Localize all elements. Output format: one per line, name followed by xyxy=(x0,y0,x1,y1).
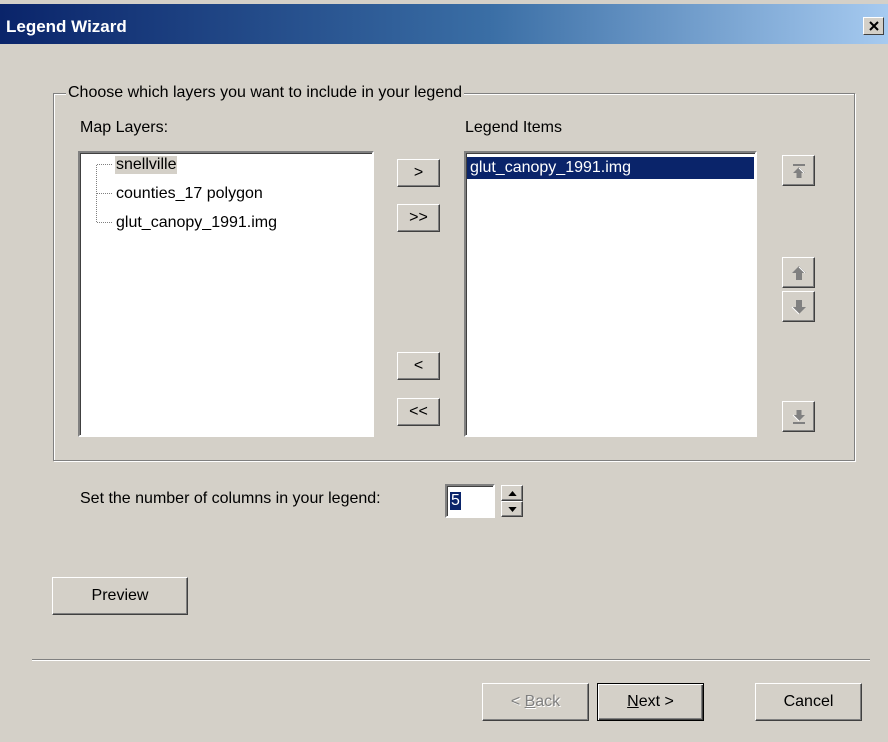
title-bar[interactable]: Legend Wizard xyxy=(0,4,888,44)
map-layers-label: Map Layers: xyxy=(80,119,169,136)
preview-button[interactable]: Preview xyxy=(52,577,188,615)
legend-wizard-window: Legend Wizard Choose which layers you wa… xyxy=(0,0,888,742)
add-all-layers-button[interactable]: >> xyxy=(397,204,440,232)
tree-item-snellville[interactable]: snellville xyxy=(115,156,178,174)
move-bottom-icon xyxy=(792,409,805,424)
move-top-icon xyxy=(792,163,805,178)
legend-items-list[interactable]: glut_canopy_1991.img xyxy=(464,151,757,437)
legend-items-label: Legend Items xyxy=(465,119,562,136)
back-button[interactable]: < Back xyxy=(482,683,589,721)
next-button[interactable]: Next > xyxy=(597,683,704,721)
remove-all-layers-button[interactable]: << xyxy=(397,398,440,426)
legend-item-glut-canopy[interactable]: glut_canopy_1991.img xyxy=(467,157,754,179)
add-layer-button[interactable]: > xyxy=(397,159,440,187)
next-rest: ext > xyxy=(638,693,674,710)
move-up-button[interactable] xyxy=(782,257,815,288)
move-down-button[interactable] xyxy=(782,291,815,322)
move-bottom-button[interactable] xyxy=(782,401,815,432)
remove-layer-button[interactable]: < xyxy=(397,352,440,380)
move-top-button[interactable] xyxy=(782,155,815,186)
columns-value[interactable]: 5 xyxy=(450,492,461,510)
move-down-icon xyxy=(791,299,806,314)
cancel-button[interactable]: Cancel xyxy=(755,683,862,721)
columns-label: Set the number of columns in your legend… xyxy=(80,490,381,507)
columns-input[interactable]: 5 xyxy=(445,484,495,518)
close-button[interactable] xyxy=(863,17,884,35)
next-mnemonic: N xyxy=(627,693,639,710)
groupbox-title: Choose which layers you want to include … xyxy=(66,84,465,102)
spin-down-button[interactable] xyxy=(501,501,523,517)
move-up-icon xyxy=(791,265,806,280)
map-layers-tree[interactable]: snellville counties_17 polygon glut_cano… xyxy=(78,151,374,437)
footer-separator xyxy=(32,659,870,661)
back-rest: ack xyxy=(535,693,561,710)
spin-down-icon xyxy=(507,506,517,512)
spin-up-icon xyxy=(507,490,517,496)
close-icon xyxy=(868,21,879,31)
window-title: Legend Wizard xyxy=(6,17,127,36)
tree-item-counties[interactable]: counties_17 polygon xyxy=(115,185,264,203)
spin-up-button[interactable] xyxy=(501,485,523,501)
tree-item-glut-canopy[interactable]: glut_canopy_1991.img xyxy=(115,214,278,232)
tree-lines xyxy=(96,164,113,223)
back-mnemonic: B xyxy=(524,693,536,710)
back-prefix: < xyxy=(510,693,525,710)
